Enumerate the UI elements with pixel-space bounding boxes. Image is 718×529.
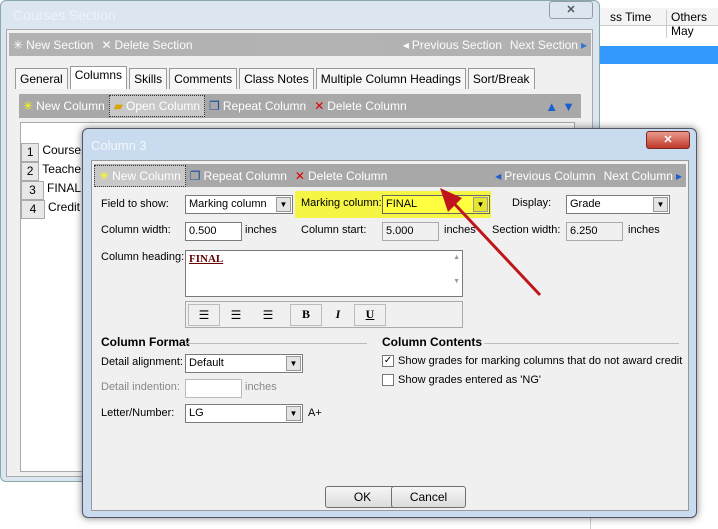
detail-alignment-select[interactable]: Default ▼ xyxy=(185,354,303,373)
tab-general[interactable]: General xyxy=(15,68,68,89)
grade-sample: A+ xyxy=(308,407,322,419)
new-icon: ✳ xyxy=(13,37,24,52)
table-row[interactable]: 4 Credit xyxy=(21,200,81,219)
bold-button[interactable]: B xyxy=(290,303,322,326)
column-width-input[interactable]: 0.500 xyxy=(185,222,242,241)
checkbox-icon xyxy=(382,374,394,387)
delete-icon: ✕ xyxy=(314,99,325,113)
table-row[interactable]: 3 FINAL xyxy=(21,181,81,200)
unit-label: inches xyxy=(628,224,660,236)
delete-column-button[interactable]: ✕ Delete Column xyxy=(291,165,391,187)
folder-icon: ▰ xyxy=(113,99,123,113)
copy-icon: ❐ xyxy=(209,99,220,113)
delete-icon: ✕ xyxy=(101,37,112,52)
align-right-icon[interactable]: ☰ xyxy=(252,304,284,326)
section-toolbar: ✳ New Section ✕ Delete Section ◂ Previous S… xyxy=(9,33,591,56)
column-heading-input[interactable]: FINAL ▲ ▼ xyxy=(185,250,463,297)
new-section-button[interactable]: ✳ New Section xyxy=(9,34,97,56)
chevron-down-icon: ▼ xyxy=(653,197,668,212)
tab-skills[interactable]: Skills xyxy=(129,68,168,89)
arrow-right-icon: ▸ xyxy=(675,168,682,183)
underline-button[interactable]: U xyxy=(354,303,386,326)
tab-comments[interactable]: Comments xyxy=(169,68,238,89)
format-toolbar: ☰ ☰ ☰ B I U xyxy=(185,301,463,328)
letter-number-label: Letter/Number: xyxy=(101,407,175,419)
table-row[interactable]: 2 Teache xyxy=(21,162,81,181)
move-up-icon[interactable]: ▲ xyxy=(545,99,558,114)
delete-column-button[interactable]: ✕ Delete Column xyxy=(310,95,410,117)
detail-alignment-label: Detail alignment: xyxy=(101,356,183,368)
delete-section-button[interactable]: ✕ Delete Section xyxy=(97,34,196,56)
next-section-button[interactable]: Next Section ▸ xyxy=(506,34,591,56)
copy-icon: ❐ xyxy=(189,168,201,183)
divider xyxy=(187,343,367,344)
tab-bar: General Columns Skills Comments Class No… xyxy=(15,66,535,89)
display-select[interactable]: Grade ▼ xyxy=(566,195,670,214)
detail-indention-label: Detail indention: xyxy=(101,381,180,393)
window-title: Courses Section xyxy=(13,7,116,23)
cancel-button[interactable]: Cancel xyxy=(391,486,466,508)
dialog-toolbar: ✳ New Column ❐ Repeat Column ✕ Delete Colum… xyxy=(94,164,686,187)
section-width-input: 6.250 xyxy=(566,222,623,241)
marking-column-label: Marking column: xyxy=(301,197,382,209)
annotation-arrow xyxy=(440,188,542,297)
close-icon[interactable]: ✕ xyxy=(549,1,593,19)
unit-label: inches xyxy=(245,224,277,236)
unit-label: inches xyxy=(245,381,277,393)
repeat-column-button[interactable]: ❐ Repeat Column xyxy=(205,95,310,117)
dialog-body: ✳ New Column ❐ Repeat Column ✕ Delete Colum… xyxy=(91,160,689,511)
column-dialog: Column 3 ✕ ✳ New Column ❐ Repeat Column ✕ D… xyxy=(82,128,697,518)
column-format-heading: Column Format xyxy=(101,335,190,349)
tab-multiple-column-headings[interactable]: Multiple Column Headings xyxy=(315,68,466,89)
selected-row[interactable] xyxy=(600,46,718,64)
next-column-button[interactable]: Next Column ▸ xyxy=(600,165,686,187)
field-to-show-select[interactable]: Marking column ▼ xyxy=(185,195,293,214)
chevron-down-icon: ▼ xyxy=(276,197,291,212)
field-to-show-label: Field to show: xyxy=(101,198,169,210)
italic-button[interactable]: I xyxy=(322,304,354,326)
move-down-icon[interactable]: ▼ xyxy=(562,99,575,114)
open-column-button[interactable]: ▰ Open Column xyxy=(108,95,206,117)
new-column-button[interactable]: ✳ New Column xyxy=(94,164,186,187)
detail-indention-input[interactable] xyxy=(185,379,242,398)
tab-columns[interactable]: Columns xyxy=(69,66,128,89)
checkbox-checked-icon: ✓ xyxy=(382,355,394,368)
align-center-icon[interactable]: ☰ xyxy=(220,304,252,326)
chevron-down-icon: ▼ xyxy=(286,406,301,421)
new-icon: ✳ xyxy=(23,99,34,113)
show-non-credit-grades-checkbox[interactable]: ✓ Show grades for marking columns that do… xyxy=(382,355,682,368)
tab-class-notes[interactable]: Class Notes xyxy=(239,68,314,89)
arrow-left-icon: ◂ xyxy=(402,37,409,52)
tab-sort-break[interactable]: Sort/Break xyxy=(467,68,535,89)
letter-number-select[interactable]: LG ▼ xyxy=(185,404,303,423)
arrow-right-icon: ▸ xyxy=(580,37,587,52)
column-heading-label: Column heading: xyxy=(101,251,185,263)
previous-section-button[interactable]: ◂ Previous Section xyxy=(399,34,506,56)
show-ng-grades-checkbox[interactable]: Show grades entered as 'NG' xyxy=(382,374,541,387)
background-list-header: ss Time Others May xyxy=(600,8,718,38)
close-button[interactable]: ✕ xyxy=(646,131,690,149)
align-left-icon[interactable]: ☰ xyxy=(188,303,220,326)
new-icon: ✳ xyxy=(99,168,110,183)
chevron-down-icon: ▼ xyxy=(286,356,301,371)
ok-button[interactable]: OK xyxy=(325,486,400,508)
delete-icon: ✕ xyxy=(294,168,305,183)
arrow-shaft xyxy=(446,195,542,297)
repeat-column-button[interactable]: ❐ Repeat Column xyxy=(186,165,291,187)
divider xyxy=(484,343,679,344)
dialog-title: Column 3 xyxy=(91,138,147,153)
column-toolbar: ✳ New Column ▰ Open Column ❐ Repeat Column … xyxy=(19,94,581,118)
column-start-label: Column start: xyxy=(301,224,367,236)
new-column-button[interactable]: ✳ New Column xyxy=(19,95,109,117)
table-row[interactable]: 1 Course xyxy=(21,143,81,162)
column-contents-heading: Column Contents xyxy=(382,335,482,349)
column-width-label: Column width: xyxy=(101,224,171,236)
